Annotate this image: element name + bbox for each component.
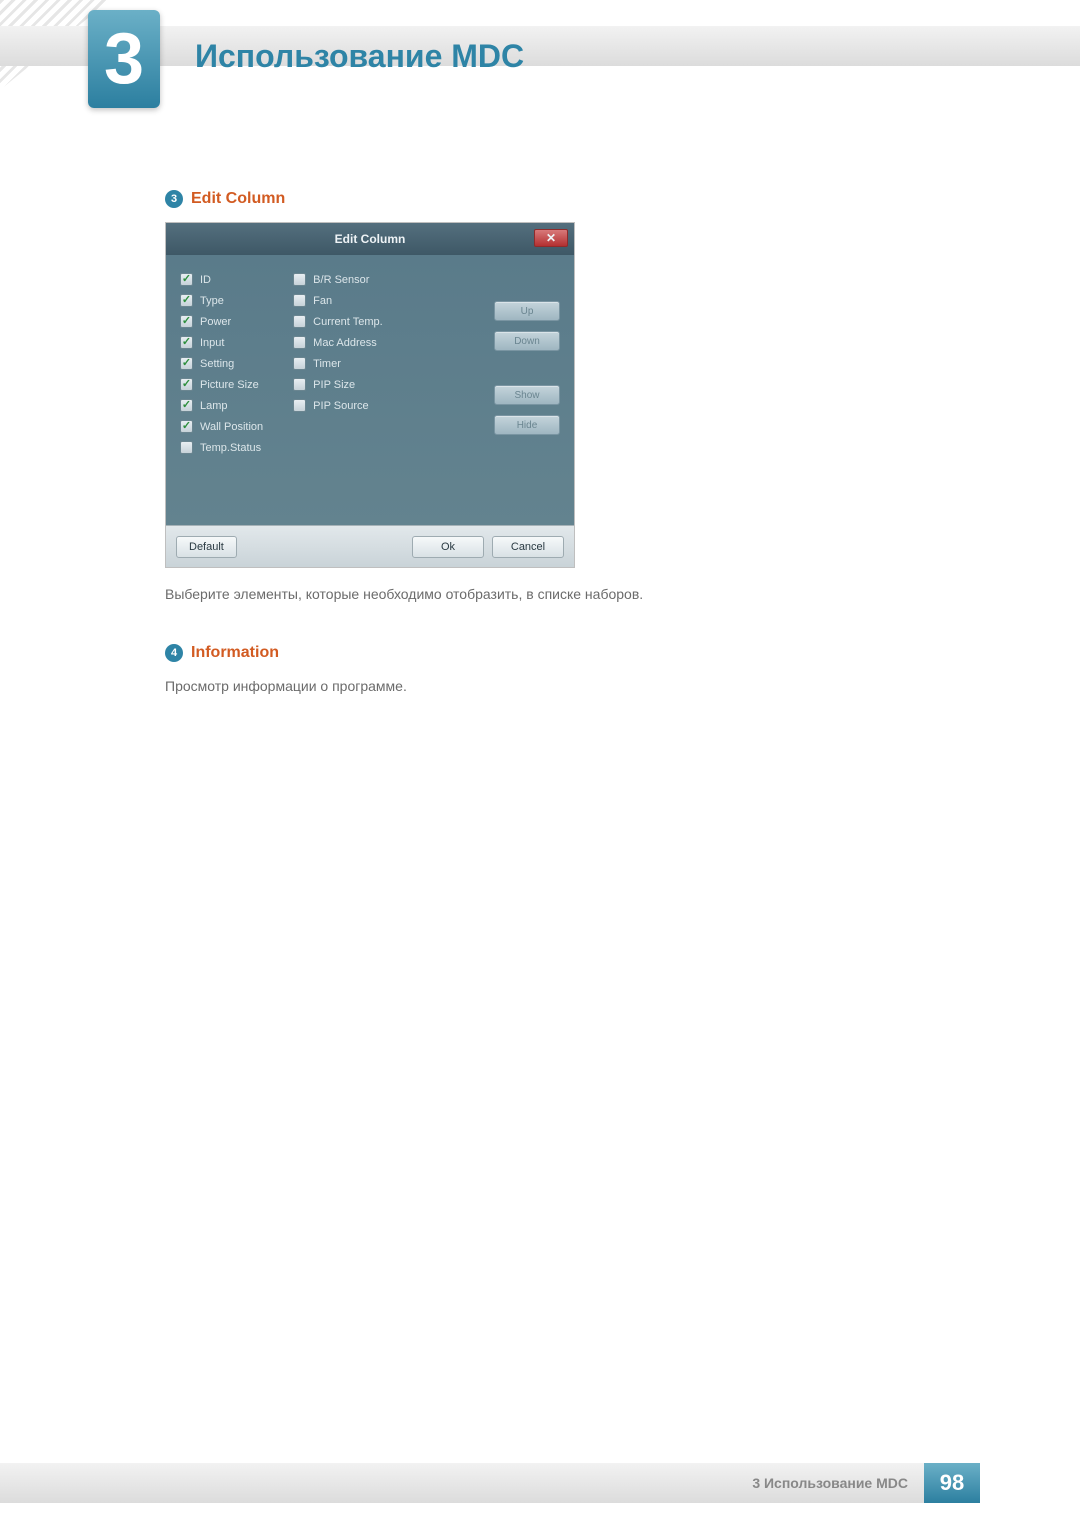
section-4-heading: 4 Information <box>165 644 990 662</box>
footer-label: 3 Использование MDC <box>752 1475 908 1491</box>
ok-button[interactable]: Ok <box>412 536 484 558</box>
checkbox-row[interactable]: Setting <box>180 357 263 370</box>
checkbox-row[interactable]: Fan <box>293 294 383 307</box>
checkbox[interactable] <box>293 336 306 349</box>
checkbox-label: Fan <box>313 295 332 307</box>
checkbox-label: ID <box>200 274 211 286</box>
checkbox-label: Input <box>200 337 224 349</box>
section-4-caption: Просмотр информации о программе. <box>165 678 990 694</box>
checkbox-label: Setting <box>200 358 234 370</box>
checkbox-row[interactable]: Temp.Status <box>180 441 263 454</box>
checkbox-row[interactable]: Lamp <box>180 399 263 412</box>
content-area: 3 Edit Column Edit Column ✕ IDTypePowerI… <box>165 190 990 736</box>
checkbox-row[interactable]: PIP Size <box>293 378 383 391</box>
chapter-number: 3 <box>104 18 144 100</box>
column-left: ID Type Power Input Setting Picture Size Lamp W… <box>180 273 263 462</box>
close-icon: ✕ <box>546 231 556 245</box>
column-right: B/R Sensor Fan Current Temp. Mac Address Tim… <box>293 273 383 462</box>
checkbox[interactable] <box>293 315 306 328</box>
checkbox-label: Temp.Status <box>200 442 261 454</box>
close-button[interactable]: ✕ <box>534 229 568 247</box>
checkbox-row[interactable]: B/R Sensor <box>293 273 383 286</box>
page-number: 98 <box>940 1470 964 1496</box>
checkbox-label: Wall Position <box>200 421 263 433</box>
checkbox-row[interactable]: Power <box>180 315 263 328</box>
checkbox[interactable] <box>293 399 306 412</box>
chapter-badge: 3 <box>88 10 160 108</box>
checkbox-label: Lamp <box>200 400 228 412</box>
checkbox-label: Picture Size <box>200 379 259 391</box>
section-3-heading: 3 Edit Column <box>165 190 990 208</box>
side-button-group: Up Down Show Hide <box>494 301 560 435</box>
header-bar <box>0 26 1080 66</box>
default-button[interactable]: Default <box>176 536 237 558</box>
checkbox[interactable] <box>293 357 306 370</box>
checkbox-label: Timer <box>313 358 341 370</box>
dialog-footer: Default Ok Cancel <box>166 525 574 567</box>
chapter-title: Использование MDC <box>195 38 524 75</box>
checkbox-label: PIP Size <box>313 379 355 391</box>
checkbox[interactable] <box>180 336 193 349</box>
checkbox-label: Current Temp. <box>313 316 383 328</box>
checkbox-row[interactable]: ID <box>180 273 263 286</box>
checkbox-label: B/R Sensor <box>313 274 369 286</box>
checkbox[interactable] <box>293 378 306 391</box>
checkbox[interactable] <box>180 378 193 391</box>
section-4-label: Information <box>191 644 279 662</box>
checkbox-label: Type <box>200 295 224 307</box>
page-footer: 3 Использование MDC 98 <box>0 1463 1080 1503</box>
checkbox[interactable] <box>180 294 193 307</box>
up-button[interactable]: Up <box>494 301 560 321</box>
checkbox[interactable] <box>180 273 193 286</box>
checkbox[interactable] <box>293 294 306 307</box>
down-button[interactable]: Down <box>494 331 560 351</box>
footer-bar: 3 Использование MDC <box>0 1463 924 1503</box>
checkbox-label: Mac Address <box>313 337 377 349</box>
checkbox[interactable] <box>180 315 193 328</box>
section-3-caption: Выберите элементы, которые необходимо от… <box>165 586 990 602</box>
checkbox[interactable] <box>180 357 193 370</box>
edit-column-dialog: Edit Column ✕ ID Type Power Input Setting Pic… <box>165 222 575 568</box>
checkbox-row[interactable]: Mac Address <box>293 336 383 349</box>
bullet-4-icon: 4 <box>165 644 183 662</box>
dialog-title-text: Edit Column <box>335 232 406 246</box>
bullet-3-icon: 3 <box>165 190 183 208</box>
checkbox[interactable] <box>180 420 193 433</box>
checkbox-label: Power <box>200 316 231 328</box>
hide-button[interactable]: Hide <box>494 415 560 435</box>
dialog-body: ID Type Power Input Setting Picture Size Lamp W… <box>166 255 574 525</box>
checkbox-row[interactable]: PIP Source <box>293 399 383 412</box>
checkbox-row[interactable]: Current Temp. <box>293 315 383 328</box>
checkbox[interactable] <box>180 441 193 454</box>
checkbox-row[interactable]: Type <box>180 294 263 307</box>
checkbox-row[interactable]: Picture Size <box>180 378 263 391</box>
cancel-button[interactable]: Cancel <box>492 536 564 558</box>
dialog-titlebar: Edit Column ✕ <box>166 223 574 255</box>
checkbox[interactable] <box>293 273 306 286</box>
checkbox-row[interactable]: Timer <box>293 357 383 370</box>
section-3-label: Edit Column <box>191 190 285 208</box>
show-button[interactable]: Show <box>494 385 560 405</box>
checkbox-label: PIP Source <box>313 400 368 412</box>
checkbox-row[interactable]: Input <box>180 336 263 349</box>
page-number-badge: 98 <box>924 1463 980 1503</box>
checkbox[interactable] <box>180 399 193 412</box>
checkbox-row[interactable]: Wall Position <box>180 420 263 433</box>
